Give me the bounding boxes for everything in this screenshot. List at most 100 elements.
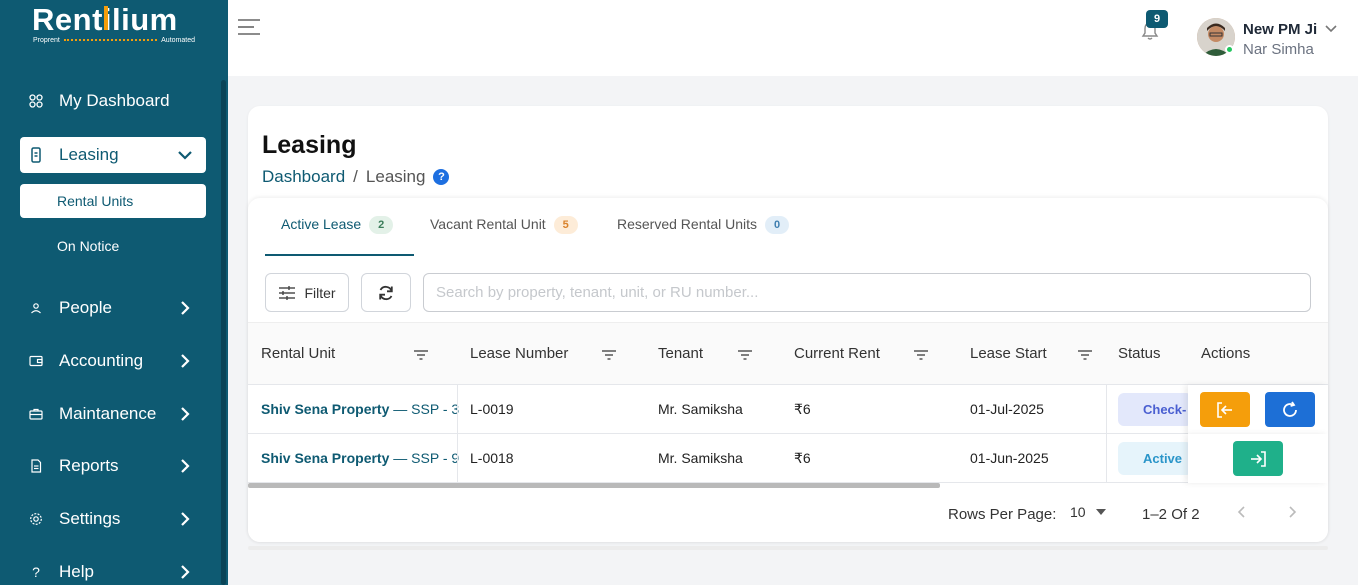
lease-start-date: 01-Jul-2025 (970, 401, 1044, 417)
chevron-right-icon (181, 459, 190, 473)
actions-cell (1188, 385, 1328, 434)
refresh-button[interactable] (361, 273, 411, 312)
sidebar-item-label: Accounting (59, 351, 144, 370)
breadcrumb-dashboard-link[interactable]: Dashboard (262, 167, 345, 187)
sidebar-item-label: Reports (59, 456, 119, 475)
current-rent: ₹6 (794, 401, 811, 417)
sidebar-item-accounting[interactable]: Accounting (20, 343, 206, 379)
user-role: Nar Simha (1243, 41, 1314, 58)
column-divider (1106, 385, 1107, 434)
sidebar-subitem-on-notice[interactable]: On Notice (20, 229, 206, 263)
leasing-card: Leasing Dashboard / Leasing ? Active Lea… (248, 106, 1328, 542)
card-bottom-edge (248, 546, 1328, 550)
sidebar-item-leasing[interactable]: Leasing (20, 137, 206, 173)
breadcrumb: Dashboard / Leasing ? (262, 167, 450, 187)
rental-unit-link[interactable]: Shiv Sena Property — SSP - 3 (261, 401, 459, 417)
breadcrumb-separator: / (353, 167, 358, 186)
tenant-name: Mr. Samiksha (658, 450, 743, 466)
column-filter-icon[interactable] (913, 349, 929, 361)
column-header-lease-start: Lease Start (970, 345, 1047, 362)
column-divider (1106, 434, 1107, 483)
chevron-right-icon (181, 512, 190, 526)
column-filter-icon[interactable] (737, 349, 753, 361)
online-status-dot (1225, 45, 1234, 54)
filter-button[interactable]: Filter (265, 273, 349, 312)
column-divider (457, 385, 458, 434)
refresh-icon (379, 285, 393, 300)
column-header-lease-number: Lease Number (470, 345, 569, 362)
person-icon (28, 300, 44, 316)
breadcrumb-current: Leasing (365, 167, 426, 186)
question-icon: ? (32, 564, 40, 580)
chevron-down-icon (178, 151, 192, 160)
sidebar-item-label: My Dashboard (59, 91, 170, 110)
lease-number: L-0018 (470, 450, 514, 466)
sidebar-item-maintenance[interactable]: Maintanence (20, 396, 206, 432)
renew-icon (1283, 401, 1297, 417)
actions-cell (1188, 434, 1328, 483)
rows-per-page-label: Rows Per Page: (948, 506, 1057, 523)
column-header-tenant: Tenant (658, 345, 704, 362)
table-row[interactable]: Shiv Sena Property — SSP - 9 L-0018 Mr. … (248, 434, 1328, 483)
sidebar-item-label: Settings (59, 509, 121, 528)
check-in-button[interactable] (1233, 441, 1283, 476)
pagination-range: 1–2 Of 2 (1142, 506, 1200, 523)
search-input[interactable] (423, 273, 1311, 312)
sidebar: Rentilium Proprent Automated My Dashboard… (0, 0, 228, 585)
user-name[interactable]: New PM Ji (1243, 21, 1317, 38)
status-badge: Active (1118, 442, 1192, 475)
lease-start-date: 01-Jun-2025 (970, 450, 1049, 466)
column-header-actions: Actions (1201, 345, 1251, 362)
rental-unit-link[interactable]: Shiv Sena Property — SSP - 9 (261, 450, 459, 466)
current-rent: ₹6 (794, 450, 811, 466)
rows-per-page-select[interactable]: 10 (1070, 504, 1106, 520)
sidebar-scrollbar[interactable] (221, 80, 226, 585)
sidebar-item-dashboard[interactable]: My Dashboard (20, 83, 206, 119)
lease-panel: Active Lease 2 Vacant Rental Unit 5 Rese… (248, 198, 1328, 542)
chevron-down-icon[interactable] (1324, 24, 1338, 34)
column-header-status: Status (1118, 345, 1161, 362)
column-filter-icon[interactable] (413, 349, 429, 361)
logo: Rentilium Proprent Automated (32, 2, 195, 44)
document-icon (28, 147, 44, 163)
next-page-icon[interactable] (1284, 504, 1300, 520)
sidebar-item-label: Maintanence (59, 404, 157, 423)
move-out-button[interactable] (1200, 392, 1250, 427)
previous-page-icon[interactable] (1234, 504, 1250, 520)
column-filter-icon[interactable] (1077, 349, 1093, 361)
gear-icon (28, 511, 44, 527)
renew-lease-button[interactable] (1265, 392, 1315, 427)
sidebar-item-reports[interactable]: Reports (20, 448, 206, 484)
toolbox-icon (28, 406, 44, 422)
page-title: Leasing (262, 131, 357, 159)
horizontal-scrollbar[interactable] (248, 483, 940, 488)
tab-vacant-rental-unit[interactable]: Vacant Rental Unit 5 (430, 216, 578, 256)
table-row[interactable]: Shiv Sena Property — SSP - 3 L-0019 Mr. … (248, 385, 1328, 434)
hamburger-menu-icon[interactable] (237, 17, 261, 37)
sidebar-subitem-rental-units[interactable]: Rental Units (20, 184, 206, 218)
tab-count-badge: 5 (553, 216, 578, 234)
sidebar-item-label: Leasing (59, 145, 119, 164)
tab-count-badge: 2 (369, 216, 394, 234)
sidebar-item-label: Help (59, 562, 94, 581)
tab-count-badge: 0 (765, 216, 790, 234)
tab-active-lease[interactable]: Active Lease 2 (281, 216, 394, 256)
sidebar-item-help[interactable]: ? Help (20, 554, 206, 585)
wallet-icon (28, 353, 44, 369)
column-header-rental-unit: Rental Unit (261, 345, 336, 362)
column-filter-icon[interactable] (601, 349, 617, 361)
sliders-icon (279, 285, 296, 300)
logout-icon (1217, 401, 1232, 418)
chevron-right-icon (181, 407, 190, 421)
sidebar-item-people[interactable]: People (20, 290, 206, 326)
tab-reserved-rental-units[interactable]: Reserved Rental Units 0 (617, 216, 790, 256)
active-tab-indicator (265, 254, 414, 256)
notification-badge: 9 (1146, 10, 1168, 28)
chevron-right-icon (181, 354, 190, 368)
chevron-right-icon (181, 565, 190, 579)
status-badge: Check- (1118, 393, 1192, 426)
help-icon[interactable]: ? (433, 169, 450, 185)
grid-icon (28, 93, 44, 109)
column-divider (457, 434, 458, 483)
sidebar-item-settings[interactable]: Settings (20, 501, 206, 537)
